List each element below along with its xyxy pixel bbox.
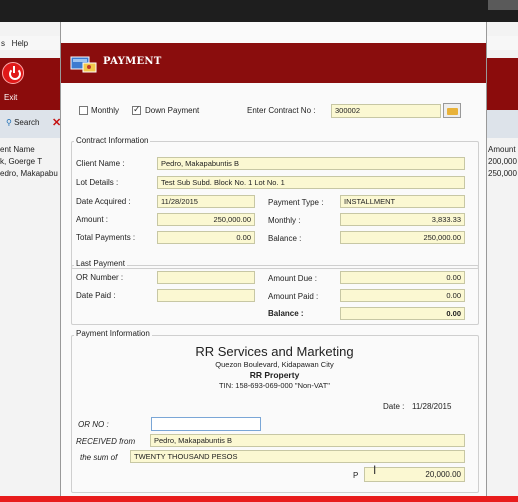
table-row[interactable]: k, Goerge T [0,156,60,168]
dialog-header: PAYMENT [61,43,486,83]
amount-due-label: Amount Due : [268,274,317,283]
table-header: Amount [488,145,516,154]
balance-label: Balance : [268,234,302,243]
payment-type-label: Payment Type : [268,198,324,207]
bg-left-table: ent Name k, Goerge T edro, Makapabu [0,144,60,180]
table-row[interactable]: edro, Makapabu [0,168,60,180]
or-number-field[interactable] [157,271,255,284]
lot-details-field[interactable]: Test Sub Subd. Block No. 1 Lot No. 1 [157,176,465,189]
window-top-bar [0,0,518,22]
bg-menu-help[interactable]: s Help [1,39,28,48]
amount-paid-field[interactable]: 0.00 [340,289,465,302]
lot-details-label: Lot Details : [76,178,119,187]
company-tin: TIN: 158-693-069-000 "Non-VAT" [219,381,330,390]
table-row[interactable]: 200,000 [488,156,518,168]
sum-label: the sum of [80,453,118,462]
top-bar-accent [488,0,518,10]
company-name: RR Services and Marketing [195,344,354,359]
search-button[interactable]: ⚲ Search [6,118,39,127]
peso-label: P [353,471,359,480]
balance-field[interactable]: 250,000.00 [340,231,465,244]
open-folder-icon[interactable] [443,103,461,118]
payment-icon [70,56,97,73]
received-from-label: RECEIVED from [76,437,136,446]
total-payments-field[interactable]: 0.00 [157,231,255,244]
received-from-field[interactable]: Pedro, Makapabuntis B [150,434,465,447]
contract-no-input[interactable]: 300002 [331,104,441,118]
sum-words-field[interactable]: TWENTY THOUSAND PESOS [130,450,465,463]
dialog-title: PAYMENT [103,56,162,67]
contract-info-title: Contract Information [74,136,151,145]
receipt-date: 11/28/2015 [412,402,452,411]
or-no-input[interactable] [151,417,261,431]
date-acquired-field[interactable]: 11/28/2015 [157,195,255,208]
power-icon[interactable] [2,62,24,84]
date-acquired-label: Date Acquired : [76,197,131,206]
client-name-label: Client Name : [76,159,125,168]
last-balance-field[interactable]: 0.00 [340,307,465,320]
monthly-amount-field[interactable]: 3,833.33 [340,213,465,226]
down-payment-checkbox[interactable] [132,104,141,115]
date-paid-field[interactable] [157,289,255,302]
search-icon: ⚲ [6,118,12,127]
bg-right-table: Amount 200,000 250,000 [488,144,518,180]
table-header: ent Name [0,145,35,154]
last-balance-label: Balance : [268,309,304,318]
last-payment-title: Last Payment [74,259,127,268]
bottom-taskbar [0,496,518,502]
payment-dialog: PAYMENT Monthly Down Payment Enter Contr… [60,22,487,496]
amount-paid-label: Amount Paid : [268,292,319,301]
exit-label[interactable]: Exit [4,93,17,102]
down-payment-label: Down Payment [145,106,200,115]
monthly-amount-label: Monthly : [268,216,301,225]
amount-field[interactable]: 250,000.00 [157,213,255,226]
client-name-field[interactable]: Pedro, Makapabuntis B [157,157,465,170]
company-property: RR Property [249,370,300,380]
company-address: Quezon Boulevard, Kidapawan City [215,360,334,369]
total-payments-label: Total Payments : [76,233,136,242]
monthly-checkbox[interactable] [79,106,88,115]
receipt-date-label: Date : [383,402,405,411]
text-cursor-icon: I [373,463,377,477]
payment-type-field[interactable]: INSTALLMENT [340,195,465,208]
or-no-label: OR NO : [78,420,109,429]
monthly-label: Monthly [91,106,120,115]
date-paid-label: Date Paid : [76,291,116,300]
amount-label: Amount : [76,215,109,224]
amount-due-field[interactable]: 0.00 [340,271,465,284]
or-number-label: OR Number : [76,273,124,282]
payment-amount-field[interactable]: 20,000.00 [364,467,465,482]
table-row[interactable]: 250,000 [488,168,518,180]
payment-info-title: Payment Information [74,329,152,338]
contract-no-label: Enter Contract No : [247,106,316,115]
